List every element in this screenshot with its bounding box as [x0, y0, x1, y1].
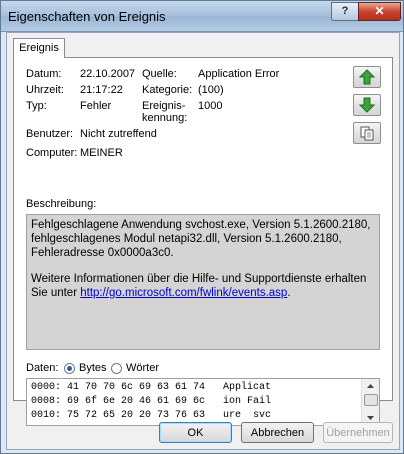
- arrow-up-icon: [359, 69, 375, 85]
- benutzer-label: Benutzer:: [26, 128, 74, 140]
- words-radio[interactable]: [111, 363, 122, 374]
- description-box[interactable]: Fehlgeschlagene Anwendung svchost.exe, V…: [26, 214, 380, 350]
- kategorie-label: Kategorie:: [142, 84, 193, 96]
- words-label[interactable]: Wörter: [126, 362, 159, 374]
- hex-line: 0008: 69 6f 6e 20 46 61 69 6c ion Fail: [31, 396, 272, 407]
- datum-label: Datum:: [26, 68, 62, 80]
- title-bar[interactable]: Eigenschaften von Ereignis ? ✕: [1, 1, 403, 32]
- window-title: Eigenschaften von Ereignis: [8, 9, 166, 24]
- cancel-button[interactable]: Abbrechen: [241, 422, 314, 443]
- apply-button[interactable]: Übernehmen: [323, 422, 393, 443]
- close-button[interactable]: ✕: [358, 2, 401, 21]
- bytes-radio[interactable]: [64, 363, 75, 374]
- ok-button[interactable]: OK: [159, 422, 232, 443]
- datum-value: 22.10.2007: [80, 68, 136, 80]
- kennung-label-line2: kennung:: [142, 112, 188, 124]
- dialog-client: Ereignis Datum: 22.10.2007 Uhrzeit: 21:1…: [6, 32, 400, 450]
- uhrzeit-label: Uhrzeit:: [26, 84, 64, 96]
- kennung-label-line1: Ereignis-: [142, 100, 186, 112]
- description-text: Fehlgeschlagene Anwendung svchost.exe, V…: [31, 219, 371, 259]
- quelle-value: Application Error: [198, 68, 280, 80]
- kennung-value: 1000: [198, 100, 223, 112]
- quelle-label: Quelle:: [142, 68, 177, 80]
- data-label: Daten:: [26, 362, 59, 374]
- computer-value: MEINER: [80, 147, 123, 159]
- tab-panel: Datum: 22.10.2007 Uhrzeit: 21:17:22 Typ:…: [13, 57, 393, 426]
- help-link[interactable]: http://go.microsoft.com/fwlink/events.as…: [80, 287, 287, 299]
- help-button[interactable]: ?: [331, 2, 359, 21]
- kategorie-value: (100): [198, 84, 224, 96]
- tab-ereignis[interactable]: Ereignis: [13, 38, 65, 58]
- hex-line: 0010: 75 72 65 20 20 73 76 63 ure svc: [31, 410, 272, 421]
- bytes-label[interactable]: Bytes: [79, 362, 107, 374]
- hex-scrollbar[interactable]: [361, 379, 379, 425]
- typ-label: Typ:: [26, 100, 47, 112]
- description-period: .: [287, 287, 291, 299]
- description-label: Beschreibung:: [26, 198, 97, 210]
- next-event-button[interactable]: [353, 94, 381, 116]
- scroll-up-icon[interactable]: [362, 380, 379, 392]
- copy-icon: [360, 126, 374, 141]
- data-hex-view[interactable]: 0000: 41 70 70 6c 69 63 61 74 Applicat 0…: [26, 378, 380, 426]
- arrow-down-icon: [359, 97, 375, 113]
- copy-button[interactable]: [353, 122, 381, 144]
- description-more: Weitere Informationen über die Hilfe- un…: [31, 272, 375, 300]
- benutzer-value: Nicht zutreffend: [80, 128, 157, 140]
- computer-label: Computer:: [26, 147, 78, 159]
- previous-event-button[interactable]: [353, 66, 381, 88]
- uhrzeit-value: 21:17:22: [80, 84, 123, 96]
- hex-line: 0000: 41 70 70 6c 69 63 61 74 Applicat: [31, 382, 272, 393]
- properties-window: Eigenschaften von Ereignis ? ✕ Ereignis …: [0, 0, 404, 454]
- typ-value: Fehler: [80, 100, 112, 112]
- scroll-thumb[interactable]: [364, 394, 378, 406]
